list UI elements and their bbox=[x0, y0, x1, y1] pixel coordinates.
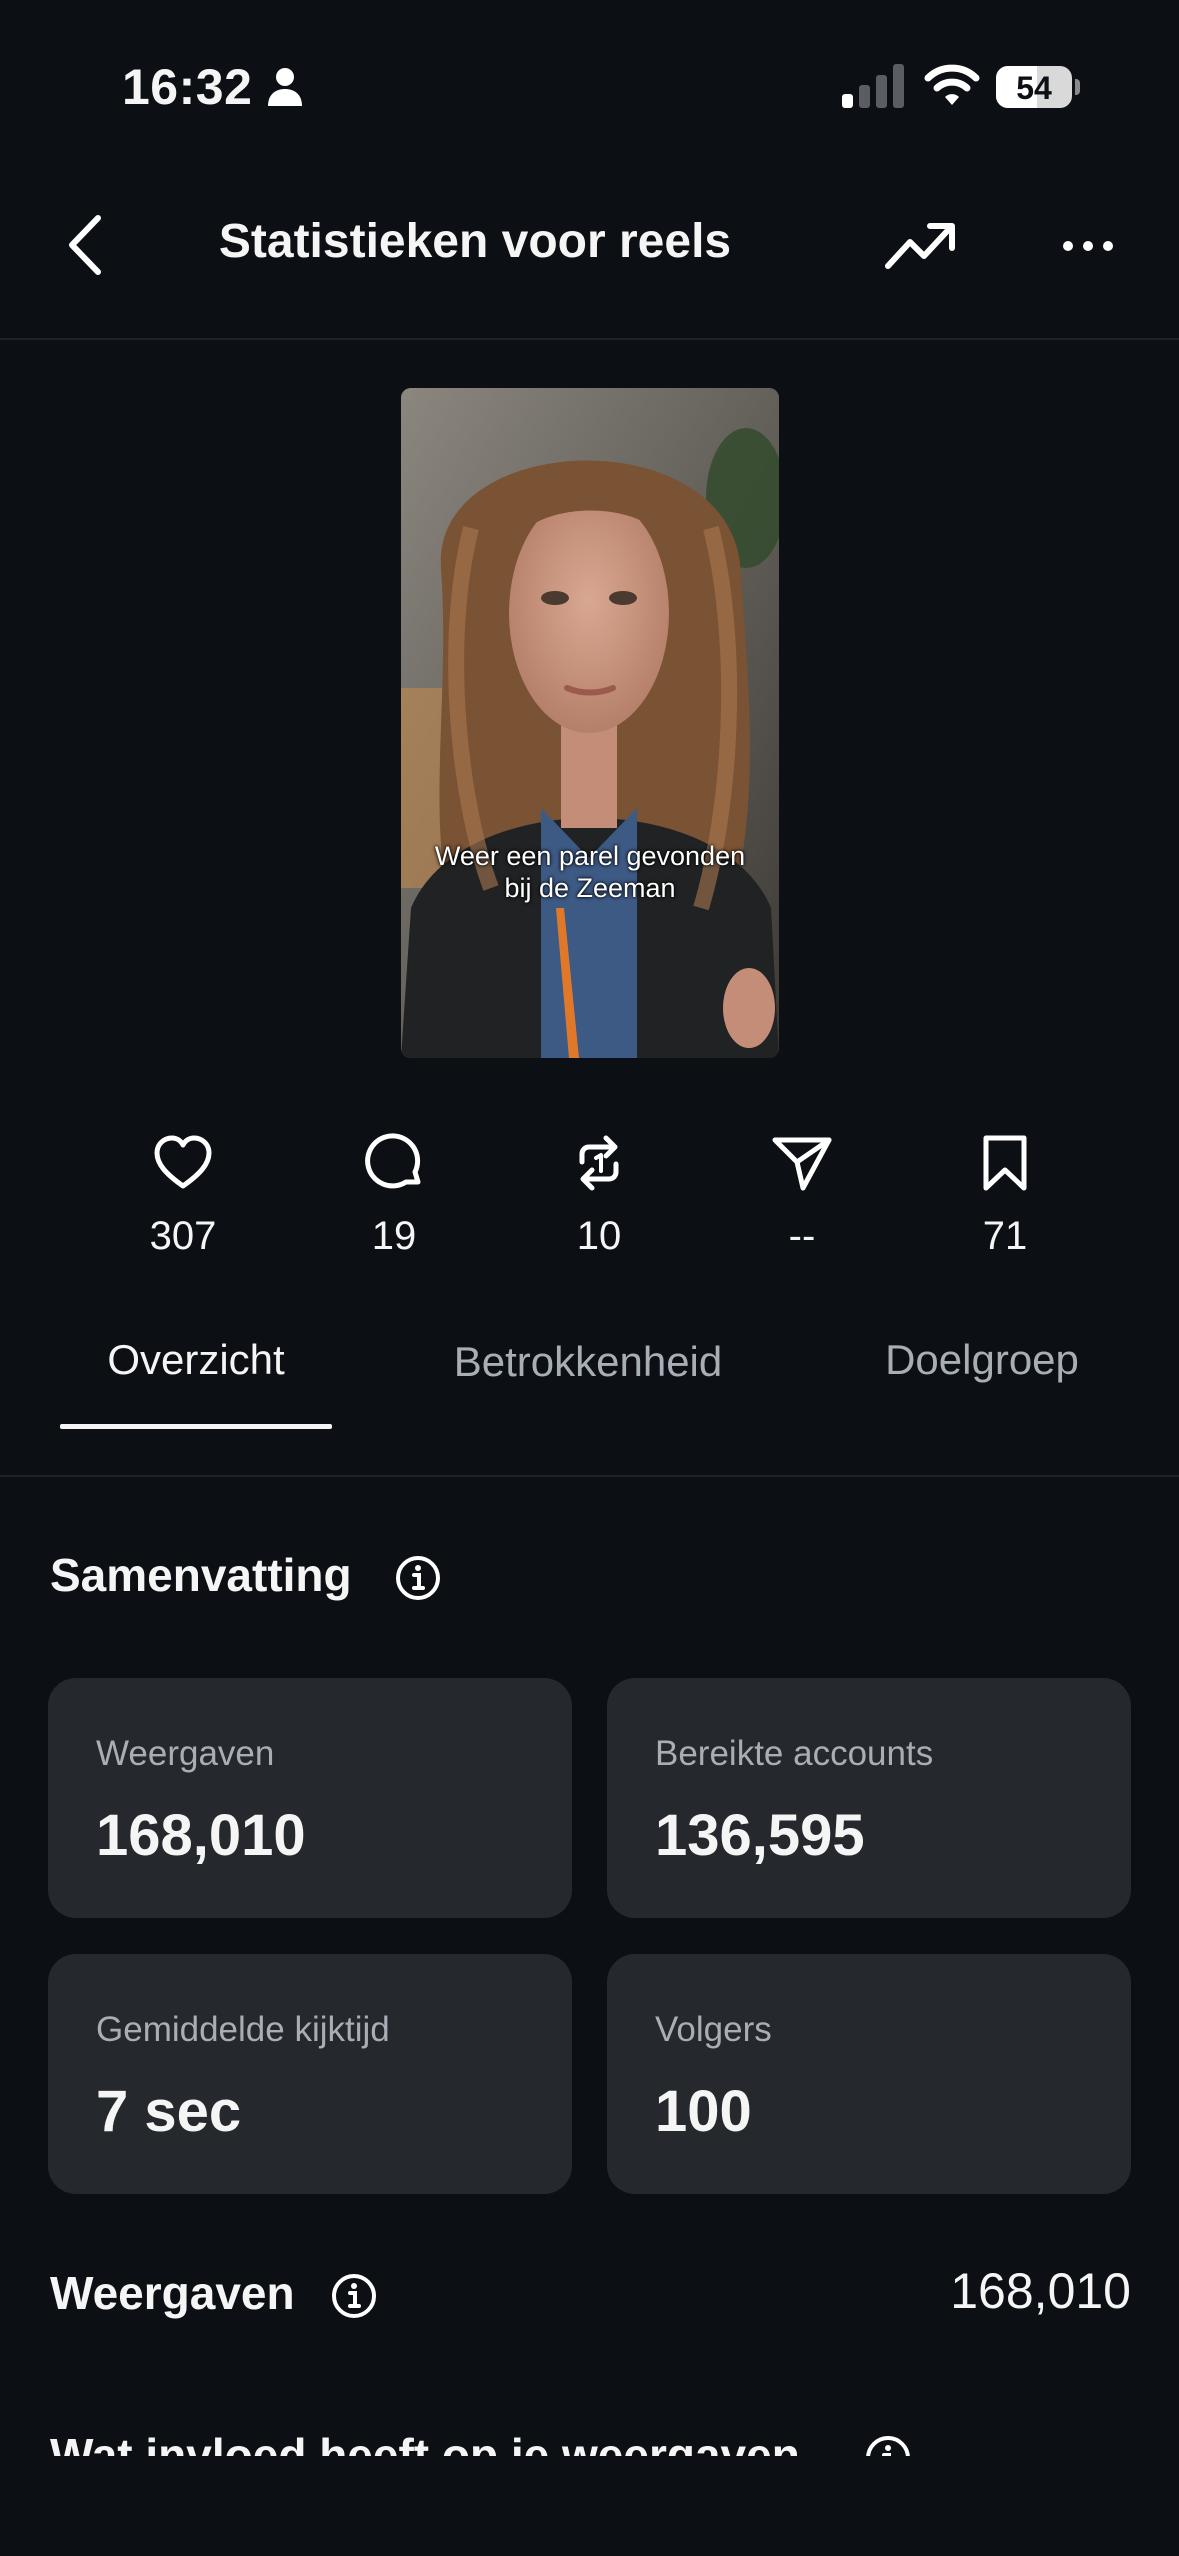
card-value: 7 sec bbox=[96, 2079, 242, 2144]
summary-title: Samenvatting bbox=[50, 1549, 352, 1601]
views-total: 168,010 bbox=[950, 2263, 1131, 2319]
tab-audience[interactable]: Doelgroep bbox=[860, 1336, 1104, 1384]
battery-indicator: 54 bbox=[996, 66, 1080, 108]
trending-icon[interactable] bbox=[884, 218, 958, 274]
reel-thumbnail[interactable]: Weer een parel gevonden bij de Zeeman bbox=[401, 388, 779, 1058]
card-value: 136,595 bbox=[655, 1803, 865, 1868]
summary-card-followers[interactable]: Volgers 100 bbox=[607, 1954, 1131, 2194]
metric-comments: 19 bbox=[314, 1132, 474, 1259]
wifi-icon bbox=[924, 64, 980, 105]
metric-reposts: 10 bbox=[519, 1132, 679, 1259]
metric-shares: -- bbox=[722, 1132, 882, 1259]
tab-engagement[interactable]: Betrokkenheid bbox=[440, 1336, 736, 1388]
summary-card-reached-accounts[interactable]: Bereikte accounts 136,595 bbox=[607, 1678, 1131, 1918]
cellular-signal-icon bbox=[842, 64, 904, 108]
shares-count: -- bbox=[788, 1214, 816, 1258]
active-tab-indicator bbox=[60, 1424, 332, 1429]
metric-likes: 307 bbox=[103, 1132, 263, 1259]
card-label: Gemiddelde kijktijd bbox=[96, 2010, 390, 2049]
summary-card-avg-watch-time[interactable]: Gemiddelde kijktijd 7 sec bbox=[48, 1954, 572, 2194]
card-label: Weergaven bbox=[96, 1734, 275, 1773]
views-section-title: Weergaven bbox=[50, 2267, 295, 2319]
tabs-divider bbox=[0, 1475, 1179, 1477]
saves-count: 71 bbox=[982, 1214, 1028, 1258]
metric-saves: 71 bbox=[925, 1132, 1085, 1259]
more-options-icon[interactable] bbox=[1062, 234, 1114, 258]
comments-count: 19 bbox=[371, 1214, 417, 1258]
reel-caption-line-1: Weer een parel gevonden bbox=[434, 841, 746, 871]
summary-card-views[interactable]: Weergaven 168,010 bbox=[48, 1678, 572, 1918]
battery-level: 54 bbox=[1016, 70, 1052, 106]
status-time: 16:32 bbox=[122, 59, 253, 115]
person-icon bbox=[268, 68, 302, 106]
page-title: Statistieken voor reels bbox=[218, 215, 732, 268]
reel-caption: Weer een parel gevonden bij de Zeeman bbox=[401, 840, 779, 904]
tab-overview[interactable]: Overzicht bbox=[60, 1336, 332, 1384]
reel-thumbnail-image bbox=[401, 388, 779, 1058]
card-value: 100 bbox=[655, 2079, 752, 2144]
info-icon[interactable] bbox=[330, 2272, 378, 2320]
scroll-cutoff bbox=[0, 2456, 1179, 2556]
card-value: 168,010 bbox=[96, 1803, 306, 1868]
repost-icon bbox=[579, 1135, 619, 1191]
reel-caption-line-2: bij de Zeeman bbox=[504, 873, 676, 903]
card-label: Volgers bbox=[655, 2010, 772, 2049]
card-label: Bereikte accounts bbox=[655, 1734, 934, 1773]
reel-insights-screen: 16:32 54 Statistieken voor reels Weer ee… bbox=[0, 0, 1179, 2556]
status-bar: 16:32 54 bbox=[0, 0, 1179, 150]
likes-count: 307 bbox=[149, 1214, 217, 1258]
bookmark-icon bbox=[983, 1135, 1027, 1191]
heart-icon bbox=[154, 1135, 212, 1189]
reposts-count: 10 bbox=[576, 1214, 622, 1258]
info-icon[interactable] bbox=[394, 1554, 442, 1602]
share-icon bbox=[772, 1137, 832, 1191]
comment-icon bbox=[365, 1133, 421, 1189]
nav-bar: Statistieken voor reels bbox=[0, 180, 1179, 340]
